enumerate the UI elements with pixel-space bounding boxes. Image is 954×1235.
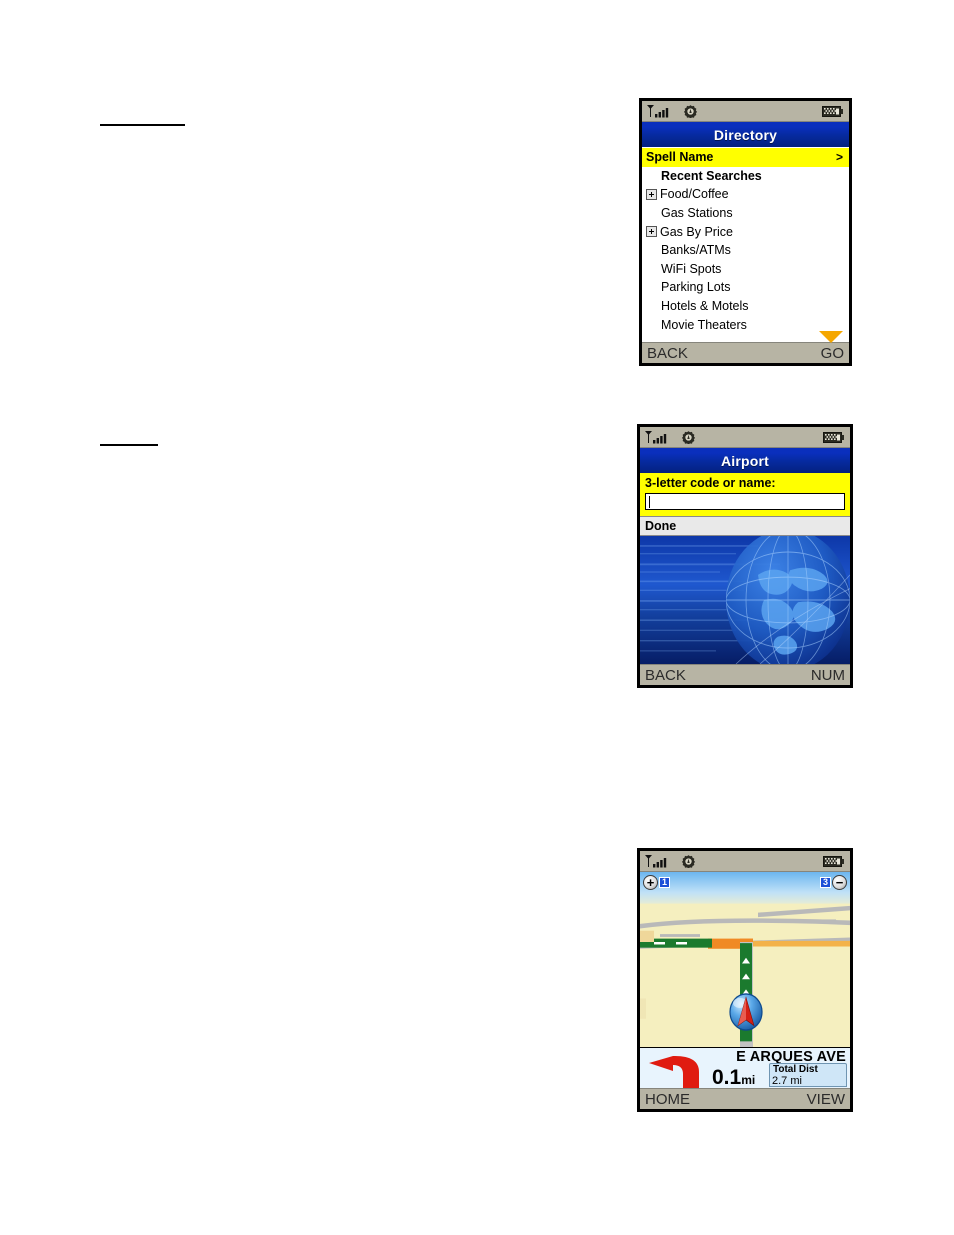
softkey-back-button[interactable]: BACK — [645, 667, 686, 684]
heading-rule-top — [100, 124, 185, 126]
soft-key-bar: BACK NUM — [640, 664, 850, 685]
list-item-hotels-motels[interactable]: Hotels & Motels — [642, 297, 849, 316]
status-bar — [642, 101, 849, 122]
device-screenshot-airport: Airport 3-letter code or name: Done BACK… — [637, 424, 853, 688]
total-distance-box: Total Dist 2.7 mi — [769, 1063, 847, 1087]
turn-distance-unit: mi — [741, 1073, 756, 1087]
text-caret — [649, 495, 650, 508]
turn-left-arrow-icon — [643, 1050, 709, 1088]
signal-antenna-icon — [647, 104, 673, 118]
map-render — [640, 872, 850, 1047]
list-item-label: WiFi Spots — [661, 261, 722, 276]
list-item-label: Food/Coffee — [660, 187, 729, 202]
softkey-home-button[interactable]: HOME — [645, 1091, 690, 1108]
list-item-wifi-spots[interactable]: WiFi Spots — [642, 260, 849, 279]
globe-graphic — [640, 536, 850, 664]
zoom-in-control[interactable]: + 1 — [643, 875, 670, 890]
signal-antenna-icon — [645, 854, 671, 868]
gear-icon[interactable] — [682, 854, 695, 868]
scroll-down-arrow-icon[interactable] — [819, 331, 843, 343]
gps-position-marker — [729, 993, 763, 1031]
turn-guidance-panel: E ARQUES AVE 0.1mi Total Dist 2.7 mi — [640, 1047, 850, 1088]
list-item-label: Parking Lots — [661, 280, 731, 295]
turn-distance: 0.1mi — [712, 1067, 755, 1088]
status-bar — [640, 427, 850, 448]
battery-icon — [822, 105, 844, 117]
total-distance-label: Total Dist — [773, 1064, 818, 1075]
softkey-go-button[interactable]: GO — [821, 345, 844, 362]
status-bar — [640, 851, 850, 872]
directory-list: Spell Name > Recent Searches Food/Coffee… — [642, 147, 849, 343]
battery-icon — [823, 855, 845, 867]
heading-rule-middle — [100, 444, 158, 446]
list-item-label: Spell Name — [646, 150, 714, 165]
zoom-in-level-badge: 1 — [659, 877, 670, 888]
gear-icon[interactable] — [684, 104, 697, 118]
page-title: Airport — [640, 448, 850, 473]
list-item-label: Gas Stations — [661, 206, 733, 221]
gear-icon[interactable] — [682, 430, 695, 444]
list-item-movie-theaters[interactable]: Movie Theaters — [642, 315, 849, 334]
zoom-in-button[interactable]: + — [643, 875, 658, 890]
softkey-view-button[interactable]: VIEW — [807, 1091, 845, 1108]
done-label: Done — [645, 519, 677, 533]
list-item-label: Recent Searches — [661, 168, 762, 183]
turn-distance-value: 0.1 — [712, 1066, 742, 1088]
device-screenshot-navigation-map: + 1 3 − E ARQUES AVE 0.1mi Total Dist 2.… — [637, 848, 853, 1112]
list-item-label: Movie Theaters — [661, 317, 747, 332]
airport-code-input[interactable] — [645, 493, 845, 510]
zoom-out-level-badge: 3 — [820, 877, 831, 888]
battery-icon — [823, 431, 845, 443]
soft-key-bar: HOME VIEW — [640, 1088, 850, 1109]
softkey-num-button[interactable]: NUM — [811, 667, 845, 684]
signal-antenna-icon — [645, 430, 671, 444]
total-distance-value: 2.7 mi — [772, 1075, 802, 1087]
list-item-label: Hotels & Motels — [661, 299, 749, 314]
airport-search-panel: 3-letter code or name: — [640, 473, 850, 516]
done-button[interactable]: Done — [640, 516, 850, 536]
expand-plus-icon[interactable] — [646, 188, 657, 200]
airport-input-label: 3-letter code or name: — [645, 476, 776, 490]
list-item-parking-lots[interactable]: Parking Lots — [642, 278, 849, 297]
zoom-out-button[interactable]: − — [832, 875, 847, 890]
page-title: Directory — [642, 122, 849, 147]
list-item-gas-by-price[interactable]: Gas By Price — [642, 222, 849, 241]
list-item-label: Banks/ATMs — [661, 243, 731, 258]
chevron-right-icon: > — [835, 150, 843, 165]
softkey-back-button[interactable]: BACK — [647, 345, 688, 362]
soft-key-bar: BACK GO — [642, 342, 849, 363]
list-item-food-coffee[interactable]: Food/Coffee — [642, 185, 849, 204]
list-item-spell-name[interactable]: Spell Name > — [642, 148, 849, 167]
list-item-recent-searches[interactable]: Recent Searches — [642, 167, 849, 186]
map-canvas[interactable]: + 1 3 − — [640, 872, 850, 1047]
device-screenshot-directory: Directory Spell Name > Recent Searches F… — [639, 98, 852, 366]
expand-plus-icon[interactable] — [646, 226, 657, 238]
list-item-gas-stations[interactable]: Gas Stations — [642, 204, 849, 223]
list-item-label: Gas By Price — [660, 224, 733, 239]
list-item-banks-atms[interactable]: Banks/ATMs — [642, 241, 849, 260]
zoom-out-control[interactable]: 3 − — [820, 875, 847, 890]
